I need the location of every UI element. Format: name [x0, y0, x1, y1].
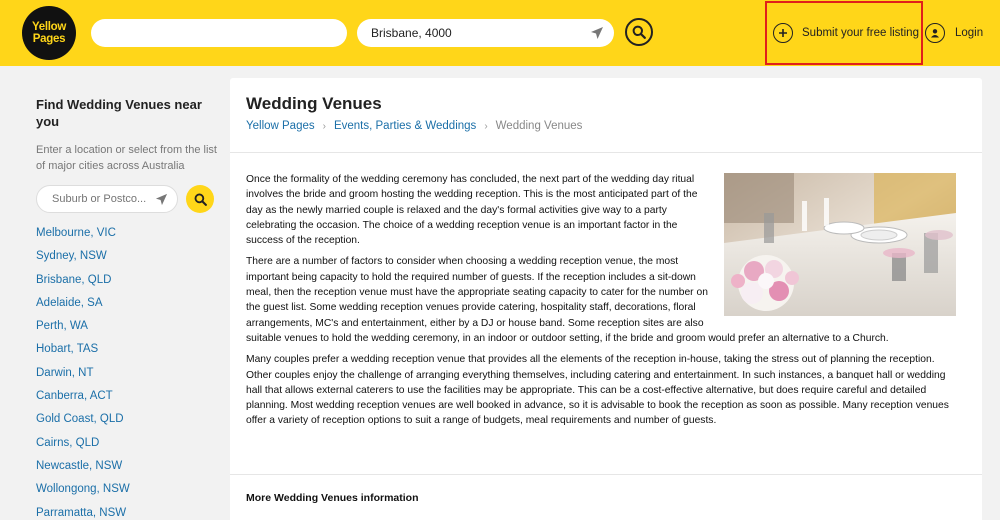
- sidebar-title: Find Wedding Venues near you: [36, 97, 202, 129]
- city-link[interactable]: Canberra, ACT: [36, 388, 130, 411]
- logo-line1: Yellow: [32, 21, 66, 33]
- city-link[interactable]: Newcastle, NSW: [36, 458, 130, 481]
- city-list: Melbourne, VIC Sydney, NSW Brisbane, QLD…: [36, 225, 130, 520]
- breadcrumb-home[interactable]: Yellow Pages: [246, 120, 315, 132]
- city-link[interactable]: Brisbane, QLD: [36, 272, 130, 295]
- paragraph: Many couples prefer a wedding reception …: [246, 354, 949, 427]
- breadcrumb-current: Wedding Venues: [495, 120, 583, 132]
- article-body: Once the formality of the wedding ceremo…: [246, 172, 956, 435]
- sidebar: Find Wedding Venues near you Enter a loc…: [36, 96, 218, 519]
- breadcrumb-category[interactable]: Events, Parties & Weddings: [334, 120, 476, 132]
- search-where-input[interactable]: [357, 19, 614, 47]
- search-what-input[interactable]: [91, 19, 347, 47]
- more-info-heading: More Wedding Venues information: [246, 492, 419, 504]
- city-link[interactable]: Sydney, NSW: [36, 248, 130, 271]
- site-header: Yellow Pages Submit your free listing Lo…: [0, 0, 1000, 66]
- city-link[interactable]: Wollongong, NSW: [36, 481, 130, 504]
- location-arrow-icon[interactable]: [590, 26, 604, 40]
- chevron-right-icon: ›: [322, 120, 326, 132]
- yellow-pages-logo[interactable]: Yellow Pages: [22, 6, 76, 60]
- divider: [230, 474, 982, 475]
- submit-listing-label: Submit your free listing: [802, 27, 919, 39]
- main-content-card: Wedding Venues Yellow Pages › Events, Pa…: [230, 78, 982, 520]
- city-link[interactable]: Melbourne, VIC: [36, 225, 130, 248]
- city-link[interactable]: Darwin, NT: [36, 365, 130, 388]
- sidebar-description: Enter a location or select from the list…: [36, 144, 217, 172]
- logo-line2: Pages: [32, 33, 66, 45]
- search-icon: [632, 25, 646, 39]
- divider: [230, 152, 982, 153]
- wedding-table-photo: [724, 173, 956, 316]
- login-label: Login: [955, 27, 984, 39]
- city-link[interactable]: Gold Coast, QLD: [36, 411, 130, 434]
- city-link[interactable]: Hobart, TAS: [36, 341, 130, 364]
- plus-icon: [773, 23, 793, 43]
- city-link[interactable]: Cairns, QLD: [36, 435, 130, 458]
- user-icon: [925, 23, 945, 43]
- location-arrow-icon[interactable]: [155, 193, 168, 206]
- login-link[interactable]: Login: [925, 22, 983, 44]
- city-link[interactable]: Perth, WA: [36, 318, 130, 341]
- submit-listing-link[interactable]: Submit your free listing: [773, 22, 919, 44]
- sidebar-search-button[interactable]: [186, 185, 214, 213]
- city-link[interactable]: Parramatta, NSW: [36, 505, 130, 520]
- breadcrumb: Yellow Pages › Events, Parties & Wedding…: [246, 120, 582, 132]
- page-title: Wedding Venues: [246, 94, 382, 113]
- city-link[interactable]: Adelaide, SA: [36, 295, 130, 318]
- search-icon: [194, 193, 207, 206]
- chevron-right-icon: ›: [484, 120, 488, 132]
- search-button[interactable]: [625, 18, 653, 46]
